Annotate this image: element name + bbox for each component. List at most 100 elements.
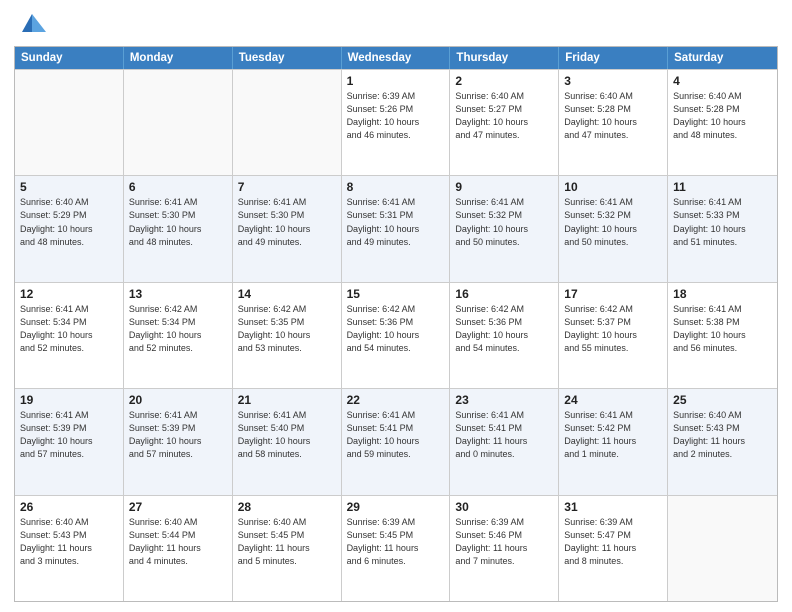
day-number: 26 [20,500,118,514]
table-row [668,496,777,601]
day-detail: Sunrise: 6:39 AM Sunset: 5:47 PM Dayligh… [564,516,662,568]
weekday-header-saturday: Saturday [668,47,777,69]
day-detail: Sunrise: 6:41 AM Sunset: 5:40 PM Dayligh… [238,409,336,461]
day-detail: Sunrise: 6:41 AM Sunset: 5:42 PM Dayligh… [564,409,662,461]
table-row: 26 Sunrise: 6:40 AM Sunset: 5:43 PM Dayli… [15,496,124,601]
page: SundayMondayTuesdayWednesdayThursdayFrid… [0,0,792,612]
day-number: 24 [564,393,662,407]
weekday-header-sunday: Sunday [15,47,124,69]
table-row [233,70,342,175]
table-row: 24 Sunrise: 6:41 AM Sunset: 5:42 PM Dayli… [559,389,668,494]
day-detail: Sunrise: 6:40 AM Sunset: 5:43 PM Dayligh… [20,516,118,568]
day-detail: Sunrise: 6:41 AM Sunset: 5:38 PM Dayligh… [673,303,772,355]
day-number: 27 [129,500,227,514]
day-number: 4 [673,74,772,88]
table-row: 10 Sunrise: 6:41 AM Sunset: 5:32 PM Dayli… [559,176,668,281]
day-detail: Sunrise: 6:42 AM Sunset: 5:37 PM Dayligh… [564,303,662,355]
table-row [15,70,124,175]
table-row: 6 Sunrise: 6:41 AM Sunset: 5:30 PM Daylig… [124,176,233,281]
day-number: 19 [20,393,118,407]
table-row: 4Sunrise: 6:40 AM Sunset: 5:28 PM Daylig… [668,70,777,175]
day-number: 11 [673,180,772,194]
day-number: 10 [564,180,662,194]
day-detail: Sunrise: 6:40 AM Sunset: 5:45 PM Dayligh… [238,516,336,568]
day-number: 17 [564,287,662,301]
table-row: 17 Sunrise: 6:42 AM Sunset: 5:37 PM Dayli… [559,283,668,388]
day-number: 1 [347,74,445,88]
table-row: 13 Sunrise: 6:42 AM Sunset: 5:34 PM Dayli… [124,283,233,388]
table-row: 30 Sunrise: 6:39 AM Sunset: 5:46 PM Dayli… [450,496,559,601]
day-detail: Sunrise: 6:41 AM Sunset: 5:30 PM Dayligh… [129,196,227,248]
day-number: 14 [238,287,336,301]
table-row: 29 Sunrise: 6:39 AM Sunset: 5:45 PM Dayli… [342,496,451,601]
table-row: 21Sunrise: 6:41 AM Sunset: 5:40 PM Dayli… [233,389,342,494]
day-detail: Sunrise: 6:42 AM Sunset: 5:35 PM Dayligh… [238,303,336,355]
day-number: 3 [564,74,662,88]
table-row [124,70,233,175]
table-row: 14 Sunrise: 6:42 AM Sunset: 5:35 PM Dayli… [233,283,342,388]
table-row: 8Sunrise: 6:41 AM Sunset: 5:31 PM Daylig… [342,176,451,281]
weekday-header-tuesday: Tuesday [233,47,342,69]
weekday-header-friday: Friday [559,47,668,69]
table-row: 7 Sunrise: 6:41 AM Sunset: 5:30 PM Daylig… [233,176,342,281]
day-detail: Sunrise: 6:41 AM Sunset: 5:39 PM Dayligh… [20,409,118,461]
calendar-week-3: 12Sunrise: 6:41 AM Sunset: 5:34 PM Dayli… [15,282,777,388]
day-number: 18 [673,287,772,301]
day-detail: Sunrise: 6:41 AM Sunset: 5:34 PM Dayligh… [20,303,118,355]
day-number: 13 [129,287,227,301]
table-row: 18 Sunrise: 6:41 AM Sunset: 5:38 PM Dayli… [668,283,777,388]
weekday-header-monday: Monday [124,47,233,69]
table-row: 27 Sunrise: 6:40 AM Sunset: 5:44 PM Dayli… [124,496,233,601]
calendar-week-1: 1Sunrise: 6:39 AM Sunset: 5:26 PM Daylig… [15,69,777,175]
day-detail: Sunrise: 6:42 AM Sunset: 5:34 PM Dayligh… [129,303,227,355]
day-number: 23 [455,393,553,407]
table-row: 19 Sunrise: 6:41 AM Sunset: 5:39 PM Dayli… [15,389,124,494]
day-detail: Sunrise: 6:41 AM Sunset: 5:41 PM Dayligh… [347,409,445,461]
table-row: 1Sunrise: 6:39 AM Sunset: 5:26 PM Daylig… [342,70,451,175]
day-detail: Sunrise: 6:41 AM Sunset: 5:39 PM Dayligh… [129,409,227,461]
day-detail: Sunrise: 6:40 AM Sunset: 5:29 PM Dayligh… [20,196,118,248]
day-detail: Sunrise: 6:41 AM Sunset: 5:30 PM Dayligh… [238,196,336,248]
day-number: 22 [347,393,445,407]
day-number: 6 [129,180,227,194]
day-number: 7 [238,180,336,194]
day-detail: Sunrise: 6:41 AM Sunset: 5:32 PM Dayligh… [564,196,662,248]
day-detail: Sunrise: 6:41 AM Sunset: 5:31 PM Dayligh… [347,196,445,248]
logo-area [14,10,46,38]
table-row: 28 Sunrise: 6:40 AM Sunset: 5:45 PM Dayli… [233,496,342,601]
day-number: 30 [455,500,553,514]
day-detail: Sunrise: 6:41 AM Sunset: 5:32 PM Dayligh… [455,196,553,248]
table-row: 23Sunrise: 6:41 AM Sunset: 5:41 PM Dayli… [450,389,559,494]
day-number: 5 [20,180,118,194]
day-number: 16 [455,287,553,301]
table-row: 31 Sunrise: 6:39 AM Sunset: 5:47 PM Dayli… [559,496,668,601]
day-detail: Sunrise: 6:40 AM Sunset: 5:43 PM Dayligh… [673,409,772,461]
weekday-header-wednesday: Wednesday [342,47,451,69]
table-row: 16 Sunrise: 6:42 AM Sunset: 5:36 PM Dayli… [450,283,559,388]
day-number: 28 [238,500,336,514]
header [14,10,778,38]
table-row: 22 Sunrise: 6:41 AM Sunset: 5:41 PM Dayli… [342,389,451,494]
day-detail: Sunrise: 6:41 AM Sunset: 5:33 PM Dayligh… [673,196,772,248]
table-row: 12Sunrise: 6:41 AM Sunset: 5:34 PM Dayli… [15,283,124,388]
day-detail: Sunrise: 6:40 AM Sunset: 5:27 PM Dayligh… [455,90,553,142]
calendar-body: 1Sunrise: 6:39 AM Sunset: 5:26 PM Daylig… [15,69,777,601]
calendar-week-5: 26 Sunrise: 6:40 AM Sunset: 5:43 PM Dayli… [15,495,777,601]
day-number: 29 [347,500,445,514]
logo-icon [18,10,46,38]
day-detail: Sunrise: 6:39 AM Sunset: 5:46 PM Dayligh… [455,516,553,568]
day-detail: Sunrise: 6:40 AM Sunset: 5:44 PM Dayligh… [129,516,227,568]
day-number: 31 [564,500,662,514]
day-number: 15 [347,287,445,301]
table-row: 5 Sunrise: 6:40 AM Sunset: 5:29 PM Daylig… [15,176,124,281]
table-row: 2 Sunrise: 6:40 AM Sunset: 5:27 PM Daylig… [450,70,559,175]
day-number: 20 [129,393,227,407]
day-number: 2 [455,74,553,88]
calendar-header: SundayMondayTuesdayWednesdayThursdayFrid… [15,47,777,69]
table-row: 9Sunrise: 6:41 AM Sunset: 5:32 PM Daylig… [450,176,559,281]
day-detail: Sunrise: 6:42 AM Sunset: 5:36 PM Dayligh… [347,303,445,355]
day-detail: Sunrise: 6:42 AM Sunset: 5:36 PM Dayligh… [455,303,553,355]
day-detail: Sunrise: 6:39 AM Sunset: 5:45 PM Dayligh… [347,516,445,568]
calendar: SundayMondayTuesdayWednesdayThursdayFrid… [14,46,778,602]
table-row: 20 Sunrise: 6:41 AM Sunset: 5:39 PM Dayli… [124,389,233,494]
